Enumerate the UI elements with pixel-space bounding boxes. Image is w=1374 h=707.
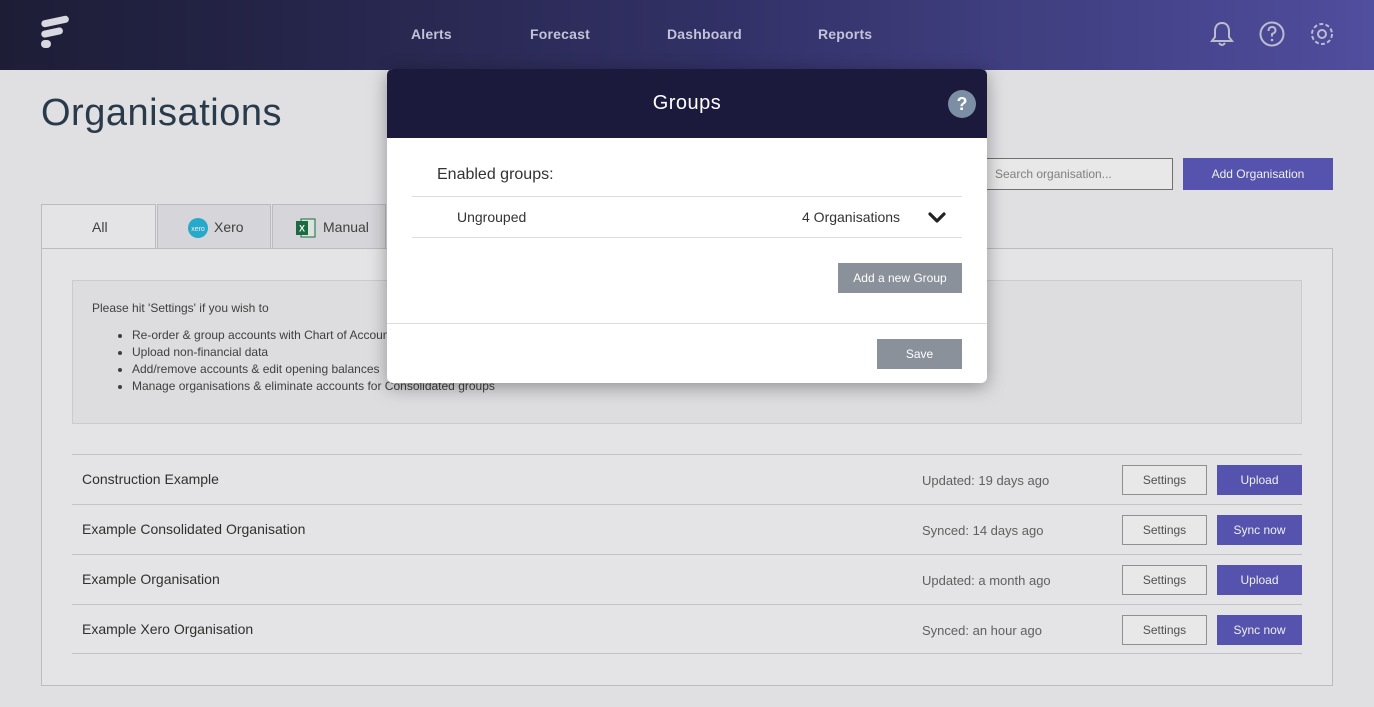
groups-modal: Groups ? Enabled groups: Ungrouped 4 Org… — [387, 69, 987, 383]
save-button[interactable]: Save — [877, 339, 962, 369]
group-name: Ungrouped — [457, 209, 527, 225]
modal-title: Groups — [652, 92, 722, 114]
modal-header: Groups ? — [387, 69, 987, 138]
group-count: 4 Organisations — [802, 209, 901, 225]
enabled-groups-label: Enabled groups: — [437, 166, 554, 183]
help-icon[interactable]: ? — [948, 90, 976, 118]
group-row[interactable]: Ungrouped 4 Organisations — [412, 196, 962, 238]
modal-divider — [387, 323, 987, 324]
add-group-button[interactable]: Add a new Group — [838, 263, 962, 293]
chevron-down-icon[interactable] — [928, 209, 946, 225]
